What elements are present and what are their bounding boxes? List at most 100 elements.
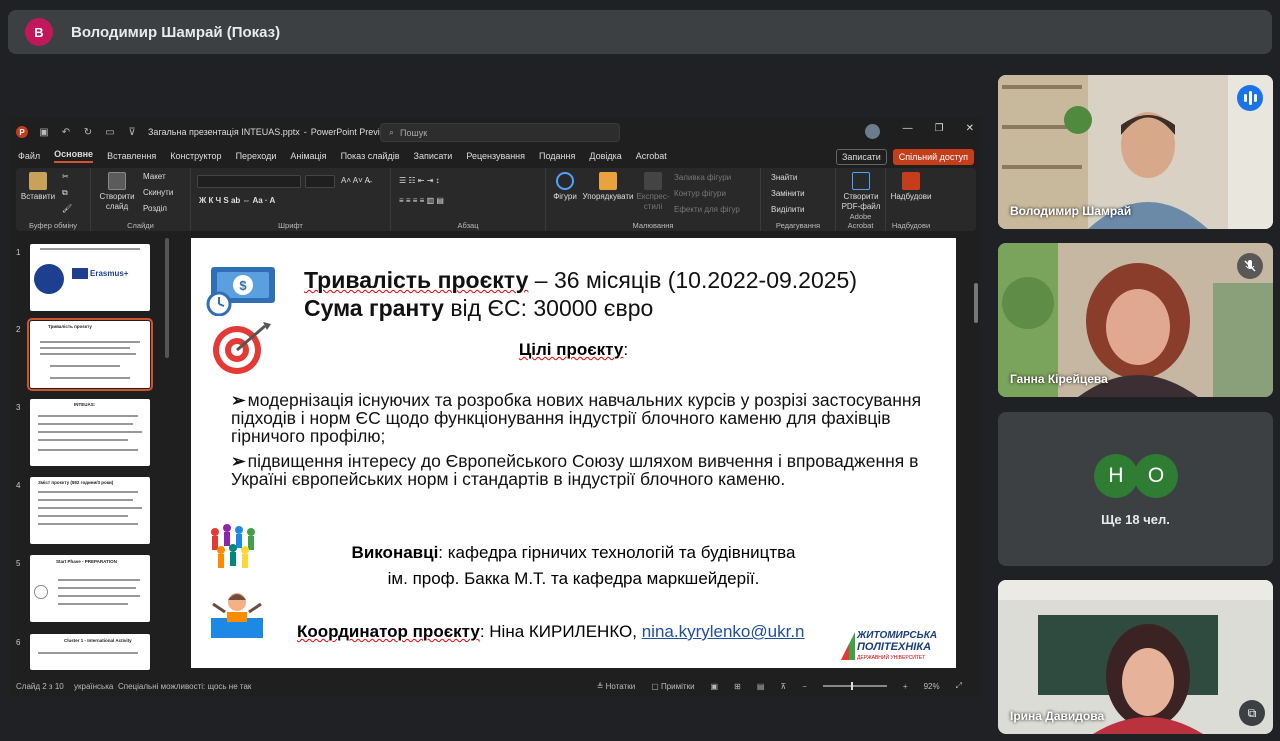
- executors-line-2: ім. проф. Бакка М.Т. та кафедра маркшейд…: [387, 569, 760, 588]
- zoom-level[interactable]: 92%: [924, 682, 940, 691]
- tab-help[interactable]: Довідка: [589, 151, 621, 161]
- minimize-icon[interactable]: —: [903, 123, 913, 134]
- ppt-search-box[interactable]: ⌕ Пошук: [380, 123, 620, 142]
- arrange-button[interactable]: Упорядкувати: [582, 172, 634, 202]
- addins-button[interactable]: Надбудови: [890, 172, 932, 202]
- slideshow-icon[interactable]: ⊼: [780, 682, 786, 691]
- participant-tile-2[interactable]: Ганна Кірейцева: [998, 243, 1273, 397]
- shapes-button[interactable]: Фігури: [550, 172, 580, 202]
- shape-effects-button[interactable]: Ефекти для фігур: [674, 205, 740, 214]
- notes-button[interactable]: ≜ Нотатки: [597, 682, 635, 691]
- thumb-line: [38, 491, 138, 493]
- tab-home[interactable]: Основне: [54, 149, 94, 163]
- slide-sorter-icon[interactable]: ⊞: [734, 682, 741, 691]
- participant-overflow-tile[interactable]: Н О Ще 18 чел.: [998, 412, 1273, 566]
- tab-insert[interactable]: Вставлення: [107, 151, 156, 161]
- search-placeholder: Пошук: [400, 127, 428, 138]
- layout-button[interactable]: Макет: [143, 172, 166, 181]
- redo-icon[interactable]: ↻: [82, 126, 94, 138]
- participant-tile-4[interactable]: Ірина Давидова ⧉: [998, 580, 1273, 734]
- cut-icon[interactable]: ✂: [62, 172, 69, 181]
- section-button[interactable]: Розділ: [143, 204, 167, 213]
- thumb-number: 1: [16, 248, 21, 257]
- slide-position: Слайд 2 з 10: [16, 681, 64, 691]
- powerpoint-logo-icon: P: [16, 126, 28, 138]
- paste-button[interactable]: Вставити: [20, 172, 56, 202]
- replace-button[interactable]: Замінити: [771, 189, 805, 198]
- share-button[interactable]: Спільний доступ: [892, 149, 974, 165]
- arrange-label: Упорядкувати: [582, 192, 634, 201]
- thumb-caption: Тривалість проєкту: [48, 324, 92, 329]
- fit-slide-icon[interactable]: ⤢: [956, 681, 962, 691]
- reading-view-icon[interactable]: ▤: [757, 682, 765, 691]
- comments-button[interactable]: ▢ Примітки: [651, 682, 694, 691]
- tab-view[interactable]: Подання: [539, 151, 575, 161]
- create-pdf-button[interactable]: Створити PDF-файл: [840, 172, 882, 212]
- slide-scrollbar[interactable]: [974, 283, 978, 323]
- font-size-box[interactable]: [305, 175, 335, 188]
- normal-view-icon[interactable]: ▣: [711, 682, 719, 691]
- language-indicator[interactable]: українська: [74, 682, 113, 691]
- group-drawing: Фігури Упорядкувати Експрес-стилі Заливк…: [546, 168, 761, 231]
- font-grow-icon[interactable]: A˄ A˅ A̶: [341, 176, 370, 185]
- mic-off-icon: [1237, 253, 1263, 279]
- tab-file[interactable]: Файл: [18, 151, 40, 161]
- tab-slideshow[interactable]: Показ слайдів: [341, 151, 400, 161]
- select-button[interactable]: Виділити: [771, 205, 805, 214]
- thumb-line: [38, 499, 133, 501]
- quick-styles-button[interactable]: Експрес-стилі: [636, 172, 670, 212]
- thumb-number: 5: [16, 559, 21, 568]
- zoom-out-icon[interactable]: −: [802, 682, 807, 691]
- university-emblem-icon: [841, 632, 855, 660]
- tab-review[interactable]: Рецензування: [466, 151, 525, 161]
- tab-record[interactable]: Записати: [414, 151, 453, 161]
- maximize-icon[interactable]: ❐: [935, 123, 944, 134]
- group-font: A˄ A˅ A̶ Ж К Ч S ab ⇔ Aa · A Шрифт: [191, 168, 391, 231]
- tab-acrobat[interactable]: Acrobat: [636, 151, 667, 161]
- title-sep: -: [303, 127, 307, 137]
- account-avatar[interactable]: [865, 124, 880, 139]
- thumb-image: Start Phase - PREPARATION: [30, 555, 150, 622]
- list-icons[interactable]: ☰ ☷ ⇤ ⇥ ↕: [399, 176, 440, 185]
- thumb-caption: INTEUAS:: [74, 402, 96, 407]
- quick-styles-icon: [644, 172, 662, 190]
- thumb-line: [40, 341, 140, 343]
- thumbs-scrollbar[interactable]: [165, 238, 169, 358]
- save-icon[interactable]: ▣: [38, 126, 50, 138]
- find-button[interactable]: Знайти: [771, 173, 797, 182]
- font-family-box[interactable]: [197, 175, 301, 188]
- shape-fill-button[interactable]: Заливка фігури: [674, 173, 731, 182]
- thumb-caption: Зміст проєкту (592 години/3 роки): [38, 480, 114, 485]
- tab-animations[interactable]: Анімація: [290, 151, 326, 161]
- tab-transitions[interactable]: Переходи: [236, 151, 277, 161]
- copy-icon[interactable]: ⧉: [62, 188, 68, 198]
- duration-label: Тривалість проєкту: [304, 267, 529, 293]
- record-button[interactable]: Записати: [835, 149, 887, 165]
- close-icon[interactable]: ✕: [966, 123, 974, 134]
- align-icons[interactable]: ≡ ≡ ≡ ≡ ▥ ▤: [399, 196, 444, 205]
- participant-tile-1[interactable]: Володимир Шамрай: [998, 75, 1273, 229]
- new-slide-button[interactable]: Створити слайд: [97, 172, 137, 212]
- zoom-slider[interactable]: [822, 682, 887, 690]
- thumb-caption: Start Phase - PREPARATION: [56, 559, 117, 564]
- money-clock-icon: $: [206, 267, 275, 316]
- reset-button[interactable]: Скинути: [143, 188, 173, 197]
- customize-icon[interactable]: ⊽: [126, 126, 138, 138]
- shape-outline-button[interactable]: Контур фігури: [674, 189, 726, 198]
- zoom-in-icon[interactable]: +: [903, 682, 908, 691]
- undo-icon[interactable]: ↶: [60, 126, 72, 138]
- coordinator-email-link[interactable]: nina.kyrylenko@ukr.n: [642, 622, 805, 641]
- thumb-number: 2: [16, 325, 21, 334]
- check-circle-icon: [34, 585, 48, 599]
- svg-text:$: $: [239, 278, 247, 293]
- group-clipboard: Вставити ✂ ⧉ 🖌 Буфер обміну: [16, 168, 91, 231]
- ribbon-tabs: Файл Основне Вставлення Конструктор Пере…: [10, 146, 980, 166]
- thumb-line: [58, 579, 140, 581]
- start-show-icon[interactable]: ▭: [104, 126, 116, 138]
- font-format-icons[interactable]: Ж К Ч S ab ⇔ Aa · A: [199, 196, 275, 205]
- pip-icon[interactable]: ⧉: [1239, 700, 1265, 726]
- accessibility-status[interactable]: Спеціальні можливості: щось не так: [118, 682, 251, 691]
- format-painter-icon[interactable]: 🖌: [62, 204, 72, 213]
- tab-design[interactable]: Конструктор: [170, 151, 221, 161]
- participant-avatar-o: О: [1134, 454, 1178, 498]
